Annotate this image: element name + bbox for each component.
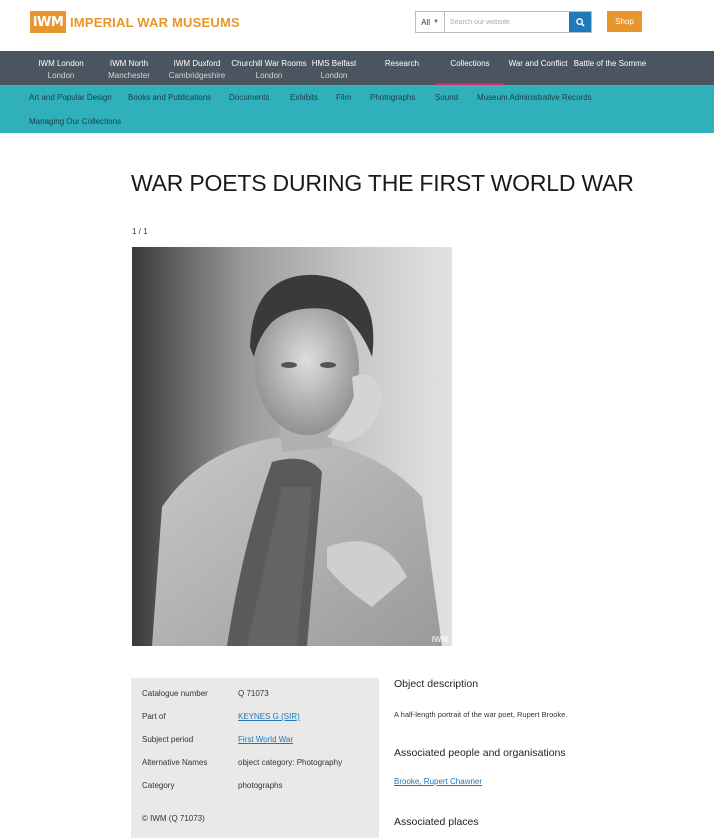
nav-iwm-london[interactable]: IWM London London xyxy=(31,51,91,85)
chevron-down-icon: ▼ xyxy=(432,19,439,25)
nav-churchill-war-rooms[interactable]: Churchill War Rooms London xyxy=(229,51,309,85)
subnav-documents[interactable]: Documents xyxy=(229,93,269,102)
link-part-of[interactable]: KEYNES G (SIR) xyxy=(238,712,300,721)
subnav-photographs[interactable]: Photographs xyxy=(370,93,415,102)
link-subject-period[interactable]: First World War xyxy=(238,735,293,744)
subnav-sound[interactable]: Sound xyxy=(435,93,458,102)
object-description-heading: Object description xyxy=(394,678,479,690)
site-header: IWM IMPERIAL WAR MUSEUMS All ▼ Shop xyxy=(0,0,714,51)
label-catalogue-number: Catalogue number xyxy=(142,689,208,698)
nav-label: Collections xyxy=(450,59,490,68)
object-details: Catalogue number Q 71073 Part of KEYNES … xyxy=(131,678,379,838)
value-alternative-names: object category: Photography xyxy=(238,758,343,767)
associated-people-heading: Associated people and organisations xyxy=(394,747,566,759)
nav-label: War and Conflict xyxy=(508,59,568,68)
subnav-museum-administrative-records[interactable]: Museum Administrative Records xyxy=(477,93,592,102)
search-button[interactable] xyxy=(569,12,591,32)
associated-places-heading: Associated places xyxy=(394,816,479,828)
nav-war-and-conflict[interactable]: War and Conflict xyxy=(505,51,571,85)
nav-sublabel: Manchester xyxy=(108,71,150,80)
nav-battle-of-the-somme[interactable]: Battle of the Somme xyxy=(571,51,649,85)
associated-person-link[interactable]: Brooke, Rupert Chawner xyxy=(394,777,482,786)
label-part-of: Part of xyxy=(142,712,166,721)
iwm-watermark: IWM xyxy=(431,635,448,644)
nav-sublabel: London xyxy=(47,71,75,80)
label-subject-period: Subject period xyxy=(142,735,194,744)
search-scope-label: All xyxy=(421,17,430,27)
search-input[interactable] xyxy=(445,12,569,32)
nav-label: Churchill War Rooms xyxy=(231,59,307,68)
nav-sublabel: London xyxy=(320,71,348,80)
nav-label: HMS Belfast xyxy=(311,59,357,68)
search-bar: All ▼ xyxy=(415,11,592,33)
subnav-books-and-publications[interactable]: Books and Publications xyxy=(128,93,211,102)
subnav-managing-our-collections[interactable]: Managing Our Collections xyxy=(29,117,121,126)
nav-label: IWM North xyxy=(109,59,149,68)
nav-hms-belfast[interactable]: HMS Belfast London xyxy=(308,51,360,85)
search-scope-select[interactable]: All ▼ xyxy=(416,12,445,32)
collections-subnav: Art and Popular Design Books and Publica… xyxy=(0,85,714,133)
logo-text: IMPERIAL WAR MUSEUMS xyxy=(70,14,240,30)
primary-nav: IWM London London IWM North Manchester I… xyxy=(0,51,714,85)
value-catalogue-number: Q 71073 xyxy=(238,689,269,698)
logo-mark: IWM xyxy=(30,11,66,33)
subnav-art-and-popular-design[interactable]: Art and Popular Design xyxy=(29,93,112,102)
nav-sublabel: London xyxy=(255,71,283,80)
value-category: photographs xyxy=(238,781,283,790)
shop-button[interactable]: Shop xyxy=(607,11,642,32)
page-title: WAR POETS DURING THE FIRST WORLD WAR xyxy=(131,170,634,196)
nav-research[interactable]: Research xyxy=(374,51,430,85)
object-description-text: A half-length portrait of the war poet, … xyxy=(394,710,568,719)
nav-iwm-duxford[interactable]: IWM Duxford Cambridgeshire xyxy=(166,51,228,85)
nav-iwm-north[interactable]: IWM North Manchester xyxy=(101,51,157,85)
portrait-photo[interactable]: IWM xyxy=(132,247,452,646)
subnav-exhibits[interactable]: Exhibits xyxy=(290,93,318,102)
nav-sublabel: Cambridgeshire xyxy=(168,71,226,80)
label-alternative-names: Alternative Names xyxy=(142,758,208,767)
portrait-image xyxy=(132,247,452,646)
nav-label: IWM London xyxy=(38,59,84,68)
nav-label: Battle of the Somme xyxy=(573,59,647,68)
label-category: Category xyxy=(142,781,175,790)
nav-label: Research xyxy=(384,59,420,68)
image-counter: 1 / 1 xyxy=(132,227,148,236)
copyright-notice: © IWM (Q 71073) xyxy=(142,814,205,823)
nav-label: IWM Duxford xyxy=(173,59,221,68)
search-icon xyxy=(575,17,585,27)
nav-collections[interactable]: Collections xyxy=(436,51,504,85)
subnav-film[interactable]: Film xyxy=(336,93,351,102)
iwm-logo[interactable]: IWM IMPERIAL WAR MUSEUMS xyxy=(30,11,240,33)
